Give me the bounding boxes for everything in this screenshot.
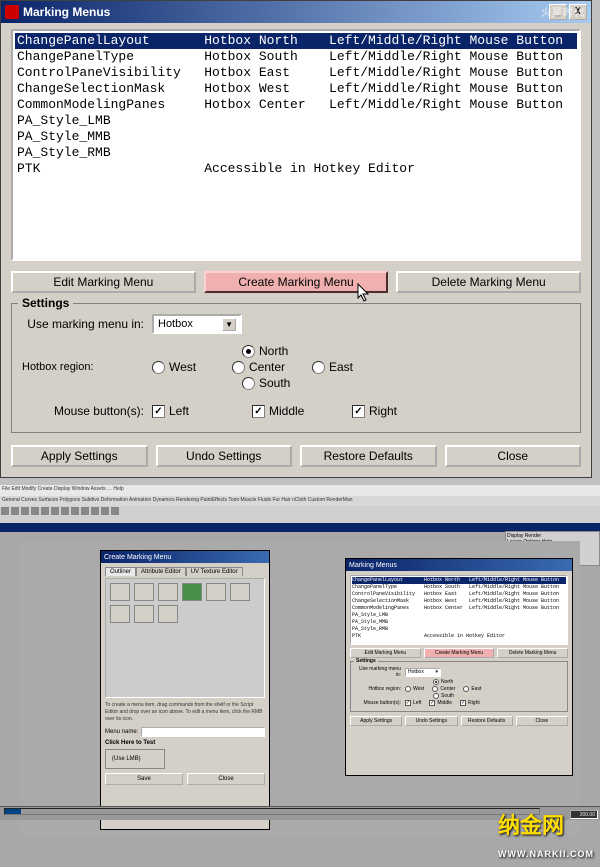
mouse-buttons-label: Mouse button(s): xyxy=(22,404,152,418)
window-title: Marking Menus xyxy=(23,5,110,19)
list-item[interactable]: ChangePanelLayout Hotbox North Left/Midd… xyxy=(15,33,577,49)
list-item[interactable]: PA_Style_LMB xyxy=(15,113,577,129)
sub-left-title[interactable]: Create Marking Menu xyxy=(104,554,171,561)
list-item[interactable]: CommonModelingPanes Hotbox Center Left/M… xyxy=(15,97,577,113)
mouse-left-checkbox[interactable]: Left xyxy=(152,404,212,418)
sub-close-button[interactable]: Close xyxy=(187,773,265,785)
sub-save-button[interactable]: Save xyxy=(105,773,183,785)
create-marking-menu-button[interactable]: Create Marking Menu xyxy=(204,271,389,293)
sub-right-title[interactable]: Marking Menus xyxy=(349,562,397,569)
mini-north[interactable]: North xyxy=(433,679,453,685)
mini-close[interactable]: Close xyxy=(516,716,568,726)
use-marking-menu-label: Use marking menu in: xyxy=(22,317,152,331)
app-icon xyxy=(5,5,19,19)
mini-restore[interactable]: Restore Defaults xyxy=(461,716,513,726)
hotbox-region-grid: North Hotbox region: West Center East So… xyxy=(160,344,570,390)
mini-right[interactable]: Right xyxy=(460,700,480,706)
region-south-radio[interactable]: South xyxy=(242,376,302,390)
marking-menus-dialog: Marking Menus _ X 火星时代 ChangePanelLayout… xyxy=(0,0,592,478)
list-item[interactable]: ChangeSelectionMask Hotbox West Left/Mid… xyxy=(15,81,577,97)
mouse-right-checkbox[interactable]: Right xyxy=(352,404,412,418)
logo: 纳金网 WWW.NARKII.COM xyxy=(498,808,594,863)
region-west-radio[interactable]: West xyxy=(152,360,212,374)
mini-left[interactable]: Left xyxy=(405,700,421,706)
mini-list-item[interactable]: PA_Style_MMB xyxy=(352,619,566,626)
menu-list[interactable]: ChangePanelLayout Hotbox North Left/Midd… xyxy=(11,29,581,261)
list-item[interactable]: ControlPaneVisibility Hotbox East Left/M… xyxy=(15,65,577,81)
mini-list-item[interactable]: ChangeSelectionMask Hotbox West Left/Mid… xyxy=(352,598,566,605)
menu-name-input[interactable] xyxy=(141,727,265,737)
list-item[interactable]: PA_Style_RMB xyxy=(15,145,577,161)
mini-list[interactable]: ChangePanelLayout Hotbox North Left/Midd… xyxy=(350,575,568,645)
mini-middle[interactable]: Middle xyxy=(429,700,452,706)
click-test-label: Click Here to Test xyxy=(105,740,265,746)
mini-list-item[interactable]: ControlPaneVisibility Hotbox East Left/M… xyxy=(352,591,566,598)
mini-delete-button[interactable]: Delete Marking Menu xyxy=(497,648,568,658)
region-north-radio[interactable]: North xyxy=(242,344,302,358)
mini-list-item[interactable]: CommonModelingPanes Hotbox Center Left/M… xyxy=(352,605,566,612)
mini-list-item[interactable]: PA_Style_RMB xyxy=(352,626,566,633)
click-test-area[interactable]: (Use LMB) xyxy=(105,749,165,769)
settings-group: Settings Use marking menu in: Hotbox Nor… xyxy=(11,303,581,433)
mini-list-item[interactable]: PTK Accessible in Hotkey Editor xyxy=(352,633,566,640)
edit-marking-menu-button[interactable]: Edit Marking Menu xyxy=(11,271,196,293)
mini-marking-menus-dialog: Marking Menus ChangePanelLayout Hotbox N… xyxy=(345,558,573,776)
mini-edit-button[interactable]: Edit Marking Menu xyxy=(350,648,421,658)
titlebar[interactable]: Marking Menus _ X xyxy=(1,1,591,23)
list-item[interactable]: PTK Accessible in Hotkey Editor xyxy=(15,161,577,177)
list-item[interactable]: ChangePanelType Hotbox South Left/Middle… xyxy=(15,49,577,65)
mini-apply[interactable]: Apply Settings xyxy=(350,716,402,726)
grid-hint: To create a menu item, drag commands fro… xyxy=(105,702,265,723)
region-center-radio[interactable]: Center xyxy=(232,360,292,374)
menu-name-label: Menu name: xyxy=(105,729,138,735)
region-east-radio[interactable]: East xyxy=(312,360,372,374)
apply-settings-button[interactable]: Apply Settings xyxy=(11,445,148,467)
mini-center[interactable]: Center xyxy=(432,686,455,692)
tab-uv-texture-editor[interactable]: UV Texture Editor xyxy=(186,567,243,576)
undo-settings-button[interactable]: Undo Settings xyxy=(156,445,293,467)
tab-outliner[interactable]: Outliner xyxy=(105,567,136,576)
icon-grid[interactable] xyxy=(105,578,265,698)
tab-attribute-editor[interactable]: Attribute Editor xyxy=(136,567,186,576)
lower-screenshot: File Edit Modify Create Display Window A… xyxy=(0,485,600,867)
app-menubar[interactable]: File Edit Modify Create Display Window A… xyxy=(0,485,600,496)
mini-west[interactable]: West xyxy=(405,686,424,692)
restore-defaults-button[interactable]: Restore Defaults xyxy=(300,445,437,467)
mini-list-item[interactable]: PA_Style_LMB xyxy=(352,612,566,619)
watermark: 火星时代 xyxy=(541,4,585,19)
mini-east[interactable]: East xyxy=(463,686,481,692)
mouse-middle-checkbox[interactable]: Middle xyxy=(252,404,312,418)
list-item[interactable]: PA_Style_MMB xyxy=(15,129,577,145)
use-marking-menu-select[interactable]: Hotbox xyxy=(152,314,242,334)
settings-title: Settings xyxy=(18,296,73,310)
mini-list-item[interactable]: ChangePanelLayout Hotbox North Left/Midd… xyxy=(352,577,566,584)
mini-list-item[interactable]: ChangePanelType Hotbox South Left/Middle… xyxy=(352,584,566,591)
create-marking-menu-dialog: Create Marking Menu Outliner Attribute E… xyxy=(100,550,270,830)
mini-settings-title: Settings xyxy=(354,658,378,664)
hotbox-region-label: Hotbox region: xyxy=(22,361,152,373)
mini-use-select[interactable]: Hotbox xyxy=(405,668,441,677)
mini-south[interactable]: South xyxy=(433,693,454,699)
close-dialog-button[interactable]: Close xyxy=(445,445,582,467)
mini-create-button[interactable]: Create Marking Menu xyxy=(424,648,495,658)
app-toolbar[interactable] xyxy=(0,506,600,524)
app-tabbar[interactable]: General Curves Surfaces Polygons Subdivs… xyxy=(0,496,600,506)
delete-marking-menu-button[interactable]: Delete Marking Menu xyxy=(396,271,581,293)
mini-undo[interactable]: Undo Settings xyxy=(405,716,457,726)
